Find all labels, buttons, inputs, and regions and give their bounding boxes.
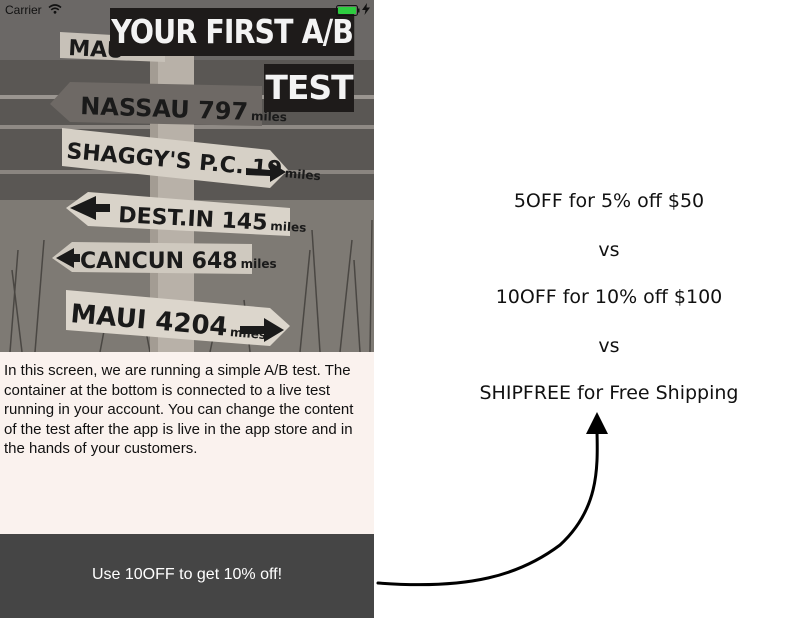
battery-icon xyxy=(336,5,360,16)
charge-icon xyxy=(362,3,370,15)
carrier-label: Carrier xyxy=(5,3,42,17)
status-bar: Carrier xyxy=(0,0,374,20)
arrow-icon xyxy=(376,412,608,587)
wifi-icon xyxy=(48,4,62,14)
